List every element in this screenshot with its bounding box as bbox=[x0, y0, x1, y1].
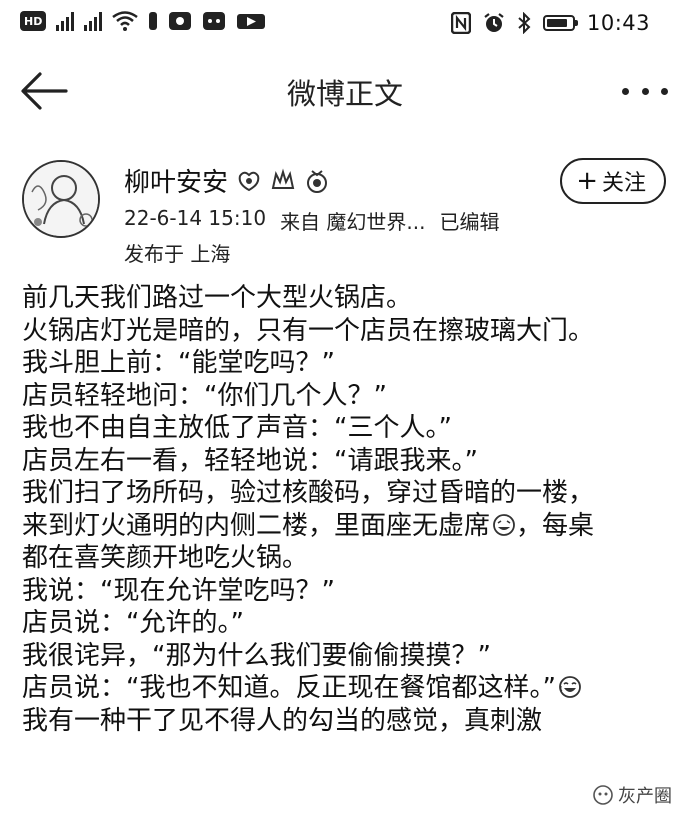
username[interactable]: 柳叶安安 bbox=[124, 162, 228, 199]
post-text-line: 火锅店灯光是暗的，只有一个店员在擦玻璃大门。 bbox=[22, 315, 595, 346]
follow-button[interactable]: + 关注 bbox=[560, 158, 666, 204]
fan-badge-icon[interactable] bbox=[270, 168, 296, 194]
edited-label[interactable]: 已编辑 bbox=[440, 206, 500, 235]
username-row: 柳叶安安 bbox=[124, 162, 330, 199]
page-title: 微博正文 bbox=[286, 77, 403, 111]
post-body: 前几天我们路过一个大型火锅店。 火锅店灯光是暗的，只有一个店员在擦玻璃大门。 我… bbox=[22, 282, 672, 737]
post-source[interactable]: 来自 魔幻世界... bbox=[280, 206, 425, 235]
bluetooth-icon bbox=[518, 12, 531, 34]
video-icon bbox=[237, 14, 266, 29]
status-right-group: 10:43 bbox=[450, 11, 650, 35]
post-text-line: 店员轻轻地问：“你们几个人？” bbox=[22, 380, 387, 411]
notification-icon bbox=[149, 12, 158, 30]
laugh-emoji-icon bbox=[493, 513, 515, 536]
post-meta: 22-6-14 15:10 来自 魔幻世界... 已编辑 bbox=[124, 206, 500, 235]
avatar-image bbox=[24, 162, 98, 236]
avatar[interactable] bbox=[22, 160, 100, 238]
post-text-line: 我们扫了场所码，验过核酸码，穿过昏暗的一楼， bbox=[22, 478, 595, 508]
status-left-group: HD bbox=[20, 11, 266, 31]
post-text-line-with-emoji: 来到灯火通明的内侧二楼，里面座无虚席 ，每桌 bbox=[22, 510, 672, 543]
alarm-icon bbox=[484, 13, 504, 32]
follow-label: 关注 bbox=[601, 171, 646, 196]
post-text-line: 店员左右一看，轻轻地说：“请跟我来。” bbox=[22, 445, 478, 476]
post-text-line: 我有一种干了见不得人的勾当的感觉，真刺激 bbox=[22, 705, 543, 736]
post-text-segment: ，每桌 bbox=[516, 510, 595, 541]
signal-icon-2 bbox=[84, 11, 103, 31]
post-text-line: 我也不由自主放低了声音：“三个人。” bbox=[22, 413, 452, 443]
nav-header: 微博正文 bbox=[0, 55, 690, 131]
plus-icon: + bbox=[576, 166, 598, 196]
watermark-text: 灰产圈 bbox=[618, 786, 672, 807]
status-time: 10:43 bbox=[586, 11, 650, 35]
post-location: 发布于 上海 bbox=[124, 242, 231, 266]
post-text-line: 前几天我们路过一个大型火锅店。 bbox=[22, 283, 413, 313]
post-text-segment: 店员说：“我也不知道。反正现在餐馆都这样。” bbox=[22, 673, 556, 703]
battery-icon bbox=[542, 15, 578, 31]
vip-badge-icon[interactable] bbox=[236, 168, 262, 194]
message-icon bbox=[203, 12, 226, 30]
post-text-line: 我说：“现在允许堂吃吗？” bbox=[22, 575, 335, 606]
medal-badge-icon[interactable] bbox=[304, 168, 330, 194]
hd-badge-icon: HD bbox=[20, 11, 47, 31]
signal-icon bbox=[56, 11, 75, 31]
post-text-line-with-emoji: 店员说：“我也不知道。反正现在餐馆都这样。” bbox=[22, 672, 672, 705]
watermark-logo-icon bbox=[593, 785, 613, 805]
post-text-line: 店员说：“允许的。” bbox=[22, 608, 244, 638]
post-header: 柳叶安安 22-6-14 15:10 来自 魔幻世界... 已编辑 发布于 上海… bbox=[0, 150, 690, 270]
status-bar: HD 10:43 bbox=[0, 0, 690, 50]
laugh-tears-emoji-icon bbox=[559, 676, 581, 698]
post-date: 22-6-14 15:10 bbox=[124, 206, 267, 230]
more-dot bbox=[622, 87, 629, 95]
nfc-icon bbox=[450, 12, 471, 34]
more-dot bbox=[641, 87, 649, 95]
more-button[interactable] bbox=[622, 81, 668, 101]
post-text-line: 我斗胆上前：“能堂吃吗？” bbox=[22, 348, 335, 378]
wifi-icon bbox=[112, 11, 139, 31]
app-icon bbox=[169, 12, 192, 30]
post-text-line: 都在喜笑颜开地吃火锅。 bbox=[22, 543, 309, 573]
watermark: 灰产圈 bbox=[588, 780, 676, 810]
post-text-segment: 来到灯火通明的内侧二楼，里面座无虚席 bbox=[22, 510, 491, 541]
more-dot bbox=[661, 87, 668, 95]
post-text-line: 我很诧异，“那为什么我们要偷偷摸摸？” bbox=[22, 640, 491, 671]
